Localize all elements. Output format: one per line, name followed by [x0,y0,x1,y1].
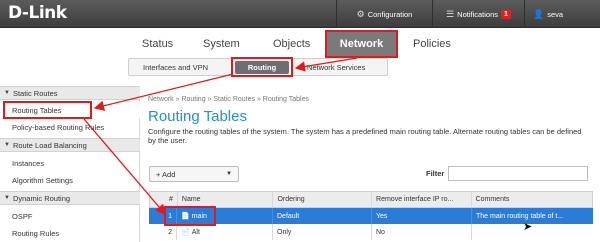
cell-remove-interface-ip: No [372,224,472,240]
annotation-highlight-network [325,30,398,58]
configuration-button[interactable]: ⚙ Configuration [336,0,432,28]
user-icon: 👤 [533,8,545,19]
tab-policies[interactable]: Policies [413,38,451,50]
user-menu-button[interactable]: 👤 seva [524,0,600,28]
page-description: Configure the routing tables of the syst… [148,127,582,145]
collapse-triangle-icon: ▼ [4,195,10,201]
subtab-network-services[interactable]: Network Services [307,61,365,74]
column-header-number[interactable]: # [150,192,178,207]
cell-number: 2 [149,224,177,240]
column-header-name[interactable]: Name [178,192,274,207]
sidebar-group-label: Static Routes [12,88,58,98]
mouse-cursor-icon: ➤ [523,221,533,233]
configuration-label: Configuration [367,9,413,19]
breadcrumb: Network » Routing » Static Routes » Rout… [148,96,309,103]
sidebar-item-algorithm-settings[interactable]: Algorithm Settings [0,172,140,188]
cell-comments: The main routing table of t... [476,212,564,220]
column-header-ordering[interactable]: Ordering [273,192,373,207]
cell-name: 📄 Alt [177,224,273,240]
user-name: seva [547,9,564,19]
sidebar-group-dynamic-routing[interactable]: ▼ Dynamic Routing [0,191,140,205]
top-bar: D-Link ⚙ Configuration ☰ Notifications 1… [0,0,600,28]
collapse-triangle-icon: ▼ [4,142,10,148]
page-title: Routing Tables [148,108,247,125]
list-icon: ☰ [446,8,455,19]
cell-name-text: Alt [191,228,200,236]
column-header-remove-interface-ip[interactable]: Remove interface IP ro... [372,192,472,207]
sidebar-group-label: Dynamic Routing [12,193,71,203]
tab-objects[interactable]: Objects [273,38,310,50]
chevron-down-icon: ▼ [226,171,232,177]
sidebar-group-route-load-balancing[interactable]: ▼ Route Load Balancing [0,138,140,152]
notifications-label: Notifications [457,9,499,19]
sidebar-item-ospf[interactable]: OSPF [0,208,140,224]
column-header-comments[interactable]: Comments [472,192,592,207]
filter-label: Filter [426,169,445,178]
filter-input[interactable] [448,166,588,181]
add-button[interactable]: + Add ▼ [149,166,239,182]
gear-icon: ⚙ [356,8,365,19]
collapse-triangle-icon: ▼ [4,90,10,96]
sidebar-group-static-routes[interactable]: ▼ Static Routes [0,86,140,100]
cell-remove-interface-ip: Yes [372,208,472,224]
tab-system[interactable]: System [203,38,240,50]
routing-table-icon: 📄 [181,229,190,236]
annotation-highlight-main-row [164,206,216,226]
main-nav: Status System Objects Network Policies [0,28,600,60]
subtab-interfaces-vpn[interactable]: Interfaces and VPN [143,61,208,74]
sidebar-item-policy-based-routing-rules[interactable]: Policy-based Routing Rules [0,119,140,135]
dlink-logo: D-Link [8,3,67,23]
add-button-label: + Add [156,169,176,179]
tab-status[interactable]: Status [142,38,173,50]
notifications-count-badge: 1 [501,9,511,19]
cell-comments [472,224,593,240]
cell-ordering: Default [273,208,372,224]
sidebar-item-instances[interactable]: Instances [0,155,140,171]
sidebar-group-label: Route Load Balancing [12,140,87,150]
annotation-highlight-routing-tables [3,101,92,119]
sidebar-item-routing-rules[interactable]: Routing Rules [0,225,140,241]
cell-ordering: Only [273,224,372,240]
annotation-highlight-routing [231,57,293,77]
notifications-button[interactable]: ☰ Notifications 1 [432,0,524,28]
